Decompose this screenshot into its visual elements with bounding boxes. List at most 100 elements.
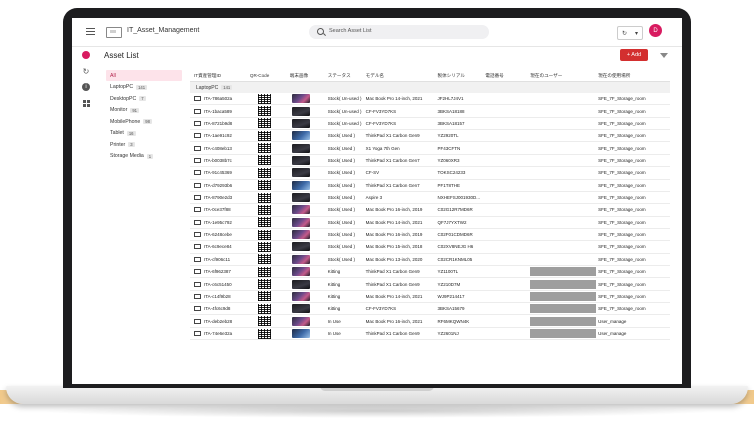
location-cell: SFE_7F_Storage_room [598,133,646,139]
category-item[interactable]: Tablet 16 [106,128,182,139]
grid-icon[interactable] [80,98,92,108]
asset-icon[interactable] [80,50,92,60]
category-count: 98 [143,119,152,124]
redacted-user [530,316,597,326]
group-row[interactable]: LaptopPC 141 [190,82,670,93]
thumb-cell [290,205,328,215]
thumb-cell [290,180,328,190]
asset-id: ITA-d79293b6 [204,182,233,188]
table-row[interactable]: ITA-1baca589 Stock( Un-used ) CF-FV3YD7KS 3… [190,105,670,118]
model-cell: Mac Book Pro 14-inch, 2021 [365,219,423,225]
column-header[interactable]: 現在のユーザー [530,73,598,79]
category-item[interactable]: Monitor 91 [106,105,182,116]
column-header[interactable]: IT資産管理ID [190,73,250,79]
history-icon[interactable]: ↻ [80,66,92,76]
device-thumbnail [291,168,310,178]
asset-id: ITA-8790e2d3 [204,195,233,201]
model-cell: Mac Book Pro 14-inch, 2021 [365,293,423,299]
table-row[interactable]: ITA-b0038b7c Stock( Used ) ThinkPad X1 Car… [190,155,670,168]
asset-id: ITA-74e6e32a [204,331,233,336]
column-header[interactable]: ステータス [328,73,366,79]
column-header[interactable]: 製体シリアル [437,73,485,79]
user-cell [530,329,598,338]
status-cell: In Use [327,331,341,336]
table-row[interactable]: ITA-cf906c11 Stock( Used ) Mac Book Pro 13… [190,254,670,267]
table-row[interactable]: ITA-0ce37f88 Stock( Used ) Mac Book Pro 16… [190,204,670,217]
qr-code-icon [257,130,271,141]
status-cell: Kitting [327,269,341,275]
search-icon [317,28,324,35]
table-row[interactable]: ITA-4fc6c9d8 Kitting CF-FV3YD7KS 3BKSA15679… [190,303,670,316]
location-cell: SFE_7F_Storage_room [598,96,646,102]
table-row[interactable]: ITA-1e95c792 Stock( Used ) Mac Book Pro 14… [190,217,670,229]
table-header: IT資産管理ID QR-Code 端末画像 ステータス モデル名 製体シリアル 電話番号 現在… [190,70,670,82]
table-row[interactable]: ITA-8721b9d8 Stock( Un-used ) CF-FV3YD7KS 3… [190,118,670,131]
refresh-button[interactable]: ↻ ▾ [617,26,643,40]
column-header[interactable]: モデル名 [366,73,438,79]
asset-id-cell: ITA-1e95c792 [190,219,250,225]
status-cell: Stock( Un-used ) [327,96,362,102]
redacted-user [530,291,597,301]
group-label: LaptopPC [196,84,219,91]
search-input[interactable]: Search Asset List [309,25,489,39]
thumb-cell [290,242,328,252]
thumb-cell [290,304,328,314]
table-row[interactable]: ITA-d79293b6 Stock( Used ) ThinkPad X1 Car… [190,180,670,192]
qr-code-icon [257,118,271,129]
thumb-cell [290,279,328,289]
device-thumbnail [291,155,310,165]
avatar[interactable]: D [649,24,662,37]
location-cell: User_manage [598,331,627,336]
info-icon[interactable]: i [80,82,92,92]
device-thumbnail [291,230,310,240]
laptop-icon [194,281,201,287]
status-cell: Stock( Used ) [327,145,355,151]
device-thumbnail [291,94,310,104]
column-header[interactable]: 電話番号 [485,73,530,79]
column-header[interactable]: QR-Code [250,73,290,78]
laptop-icon [194,331,201,336]
status-cell: Stock( Un-used ) [327,108,362,114]
asset-id: ITA-1e95c792 [204,219,232,225]
table-row[interactable]: ITA-91c45369 Stock( Used ) CF-SV TOKSC24233… [190,167,670,180]
app-logo-icon [106,27,122,38]
menu-icon[interactable] [86,28,95,35]
table-body: ITA-786a502a Stock( Un-used ) Mac Book Pro… [190,93,670,341]
laptop-icon [194,96,201,102]
table-row[interactable]: ITA-786a502a Stock( Un-used ) Mac Book Pro… [190,93,670,106]
table-row[interactable]: ITA-6f962387 Kitting ThinkPad X1 Carbon Ge… [190,266,670,279]
table-row[interactable]: ITA-c6c51450 Kitting ThinkPad X1 Carbon Ge… [190,278,670,291]
category-item[interactable]: DesktopPC 7 [106,93,182,104]
table-row[interactable]: ITA-c408eb13 Stock( Used ) X1 Yoga 7th Gen… [190,142,670,155]
column-header[interactable]: 現在の使用場所 [598,73,670,79]
category-item[interactable]: MobilePhone 98 [106,116,182,127]
category-count: 1 [146,153,154,159]
device-thumbnail [291,193,310,203]
device-thumbnail [291,131,310,141]
table-row[interactable]: ITA-1ae91c92 Stock( Used ) ThinkPad X1 Car… [190,130,670,143]
category-item[interactable]: Printer 3 [106,139,182,150]
table-row[interactable]: ITA-8790e2d3 Stock( Used ) Aspire 3 NXHEFSJ… [190,192,670,205]
model-cell: Mac Book Pro 15-inch, 2018 [365,244,423,250]
qr-code-icon [257,303,271,314]
status-cell: Stock( Used ) [327,157,355,163]
status-cell: Kitting [327,293,341,299]
category-item[interactable]: LaptopPC 141 [106,82,182,93]
filter-icon[interactable] [660,53,668,58]
user-cell [530,316,598,326]
qr-cell [250,241,290,252]
add-button[interactable]: + Add [620,49,648,61]
table-row[interactable]: ITA-c14f9b28 Kitting Mac Book Pro 14-inch,… [190,291,670,304]
serial-cell: C02XV8NEJG H6 [437,244,474,250]
category-item[interactable]: Storage Media 1 [106,151,182,162]
table-row[interactable]: ITA-6c9ece84 Stock( Used ) Mac Book Pro 15… [190,241,670,254]
table-row[interactable]: ITA-6248cebe Stock( Used ) Mac Book Pro 16… [190,229,670,242]
refresh-icon: ↻ [621,30,628,37]
device-thumbnail [291,106,310,116]
thumb-cell [290,155,328,165]
column-header[interactable]: 端末画像 [290,73,328,79]
table-row[interactable]: ITA-deb2eb28 In Use Mac Book Pro 16-inch, … [190,315,670,328]
table-row[interactable]: ITA-74e6e32a In Use ThinkPad X1 Carbon Gen… [190,328,670,341]
category-item[interactable]: All [106,70,182,81]
laptop-icon [194,318,201,324]
